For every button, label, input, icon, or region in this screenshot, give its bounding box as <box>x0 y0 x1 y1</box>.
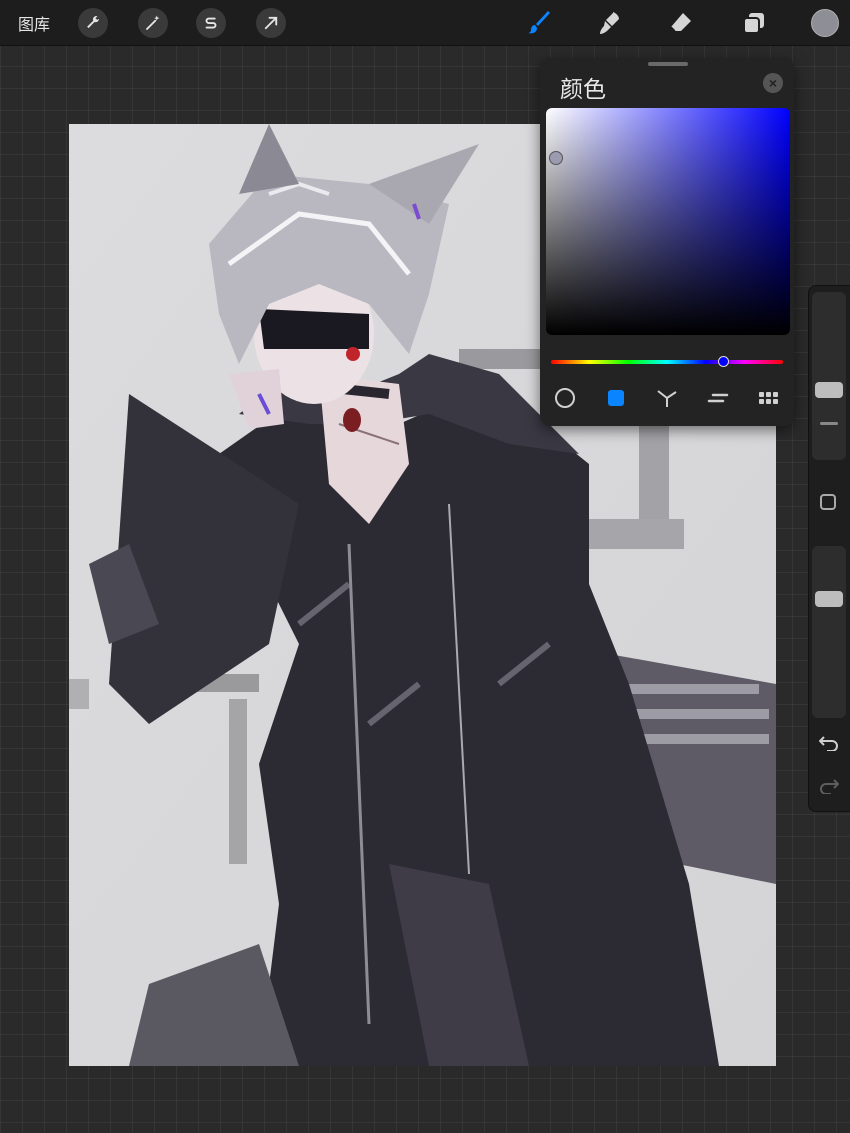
value-mode-icon[interactable] <box>706 386 730 410</box>
redo-icon[interactable] <box>819 776 839 794</box>
selection-s-icon[interactable] <box>196 8 226 38</box>
undo-icon[interactable] <box>819 733 839 751</box>
current-color-swatch[interactable] <box>811 9 839 37</box>
hue-slider[interactable] <box>551 360 783 364</box>
opacity-thumb[interactable] <box>815 591 843 607</box>
right-sidebar <box>808 285 850 812</box>
brush-icon[interactable] <box>526 9 554 37</box>
layers-icon[interactable] <box>740 9 768 37</box>
disc-mode-icon[interactable] <box>553 386 577 410</box>
smudge-icon[interactable] <box>596 9 624 37</box>
hue-slider-knob[interactable] <box>718 356 729 367</box>
modify-square-icon[interactable] <box>820 494 836 510</box>
transform-arrow-icon[interactable] <box>256 8 286 38</box>
eraser-icon[interactable] <box>667 9 695 37</box>
wrench-icon[interactable] <box>78 8 108 38</box>
magic-wand-icon[interactable] <box>138 8 168 38</box>
harmony-mode-icon[interactable] <box>655 386 679 410</box>
brush-size-thumb[interactable] <box>815 382 843 398</box>
panel-grabber[interactable] <box>648 62 688 66</box>
brush-size-slider[interactable] <box>812 292 846 460</box>
close-icon[interactable]: × <box>763 73 783 93</box>
top-toolbar: 图库 <box>0 0 850 46</box>
classic-mode-icon[interactable] <box>604 386 628 410</box>
panel-title: 颜色 <box>560 76 606 102</box>
color-panel: 颜色 × <box>540 58 794 426</box>
opacity-slider[interactable] <box>812 546 846 718</box>
gallery-button[interactable]: 图库 <box>18 11 50 35</box>
slider-tick <box>820 422 838 425</box>
saturation-value-picker[interactable] <box>546 108 790 335</box>
color-picker-cursor[interactable] <box>549 151 563 165</box>
palettes-mode-icon[interactable] <box>757 386 781 410</box>
